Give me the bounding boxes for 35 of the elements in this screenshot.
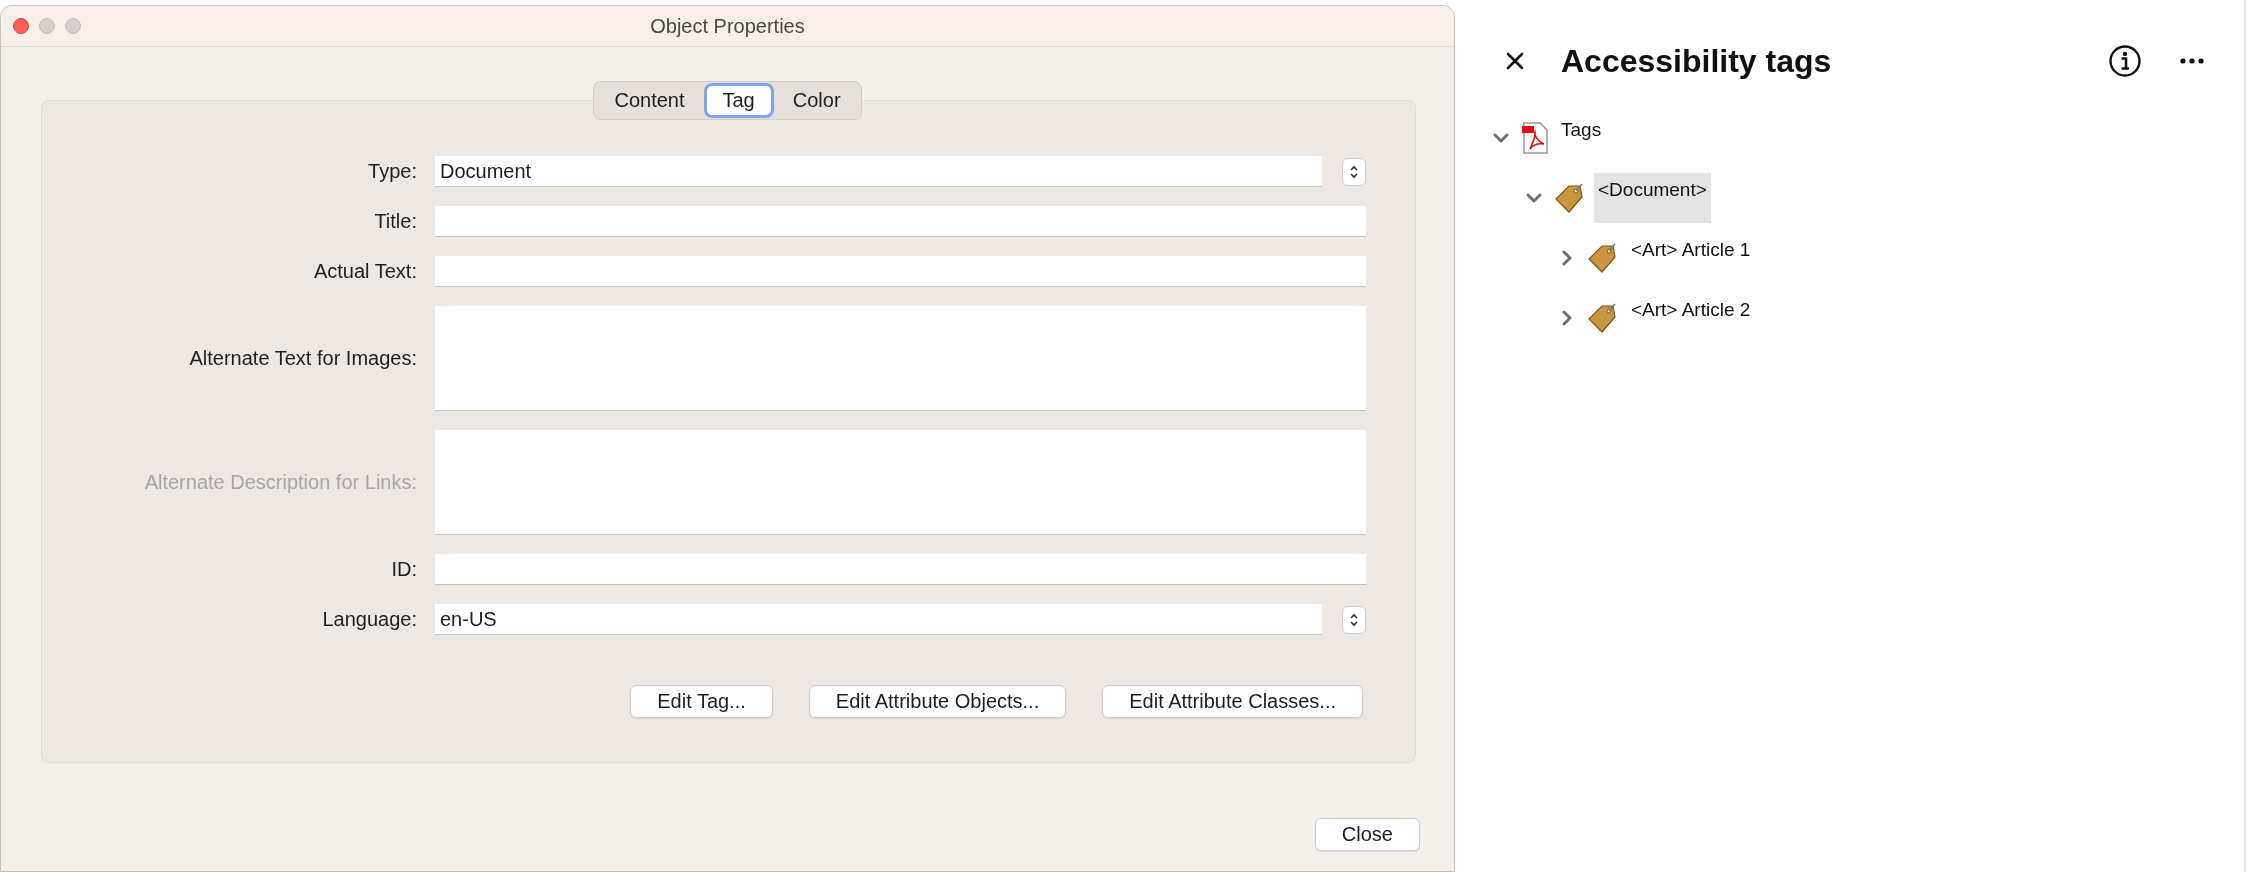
close-window-button[interactable] (13, 18, 29, 34)
tag-icon (1587, 302, 1619, 334)
edit-button[interactable]: Edit Attribute Objects... (808, 685, 1067, 718)
stepper-icon[interactable] (1342, 605, 1366, 634)
input-field[interactable] (435, 206, 1366, 237)
popup-field[interactable]: en-US (435, 604, 1322, 635)
tree-item[interactable]: <Art> Article 1 (1627, 233, 1755, 283)
tab[interactable]: Content (595, 83, 704, 118)
tree-item[interactable]: <Art> Article 2 (1627, 293, 1755, 343)
input-field[interactable] (435, 256, 1366, 287)
more-icon[interactable] (2180, 57, 2204, 65)
tag-icon (1587, 242, 1619, 274)
pdf-file-icon (1521, 122, 1549, 154)
close-icon[interactable] (1505, 51, 1525, 71)
field-label: Alternate Description for Links: (143, 471, 417, 494)
input-field[interactable] (435, 554, 1366, 585)
field-label: Actual Text: (312, 260, 417, 283)
field-label: ID: (390, 558, 417, 581)
field-label: Type: (367, 160, 417, 183)
tab[interactable]: Color (773, 83, 860, 118)
popup-field[interactable]: Document (435, 156, 1322, 187)
tree-item[interactable]: <Document> (1594, 173, 1711, 223)
edit-button[interactable]: Edit Attribute Classes... (1102, 685, 1363, 718)
tree-item[interactable]: Tags (1557, 113, 1606, 163)
stepper-icon[interactable] (1342, 157, 1366, 186)
field-label: Title: (373, 210, 417, 233)
tab[interactable]: Tag (703, 83, 774, 118)
tag-icon (1554, 182, 1586, 214)
info-icon[interactable] (2108, 44, 2142, 78)
edit-button[interactable]: Edit Tag... (630, 685, 773, 718)
field-label: Language: (321, 608, 417, 631)
window-title: Object Properties (650, 14, 805, 37)
field-label: Alternate Text for Images: (188, 347, 417, 370)
panel-title: Accessibility tags (1561, 42, 1833, 80)
close-button[interactable]: Close (1314, 818, 1420, 851)
